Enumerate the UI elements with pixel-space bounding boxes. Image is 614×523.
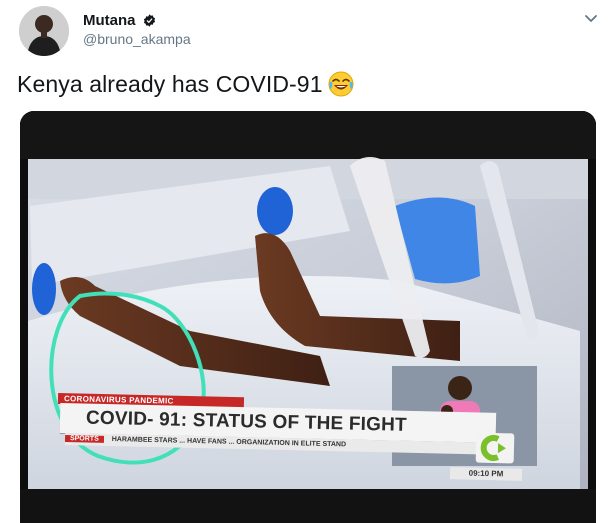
avatar[interactable] — [19, 6, 69, 56]
tweet-text-content: Kenya already has COVID-91 — [17, 70, 323, 97]
display-name[interactable]: Mutana — [83, 12, 136, 29]
verified-badge-icon — [142, 13, 157, 28]
tweet-text: Kenya already has COVID-91 — [17, 70, 355, 98]
chevron-down-icon[interactable] — [582, 10, 600, 28]
author-name-row: Mutana — [83, 10, 157, 30]
tweet-media-image[interactable]: CORONAVIRUS PANDEMIC COVID- 91: STATUS O… — [20, 111, 596, 523]
tears-of-joy-emoji-icon — [327, 70, 355, 98]
tweet-card: Mutana @bruno_akampa Kenya already has C… — [0, 0, 614, 523]
author-handle[interactable]: @bruno_akampa — [83, 31, 191, 47]
